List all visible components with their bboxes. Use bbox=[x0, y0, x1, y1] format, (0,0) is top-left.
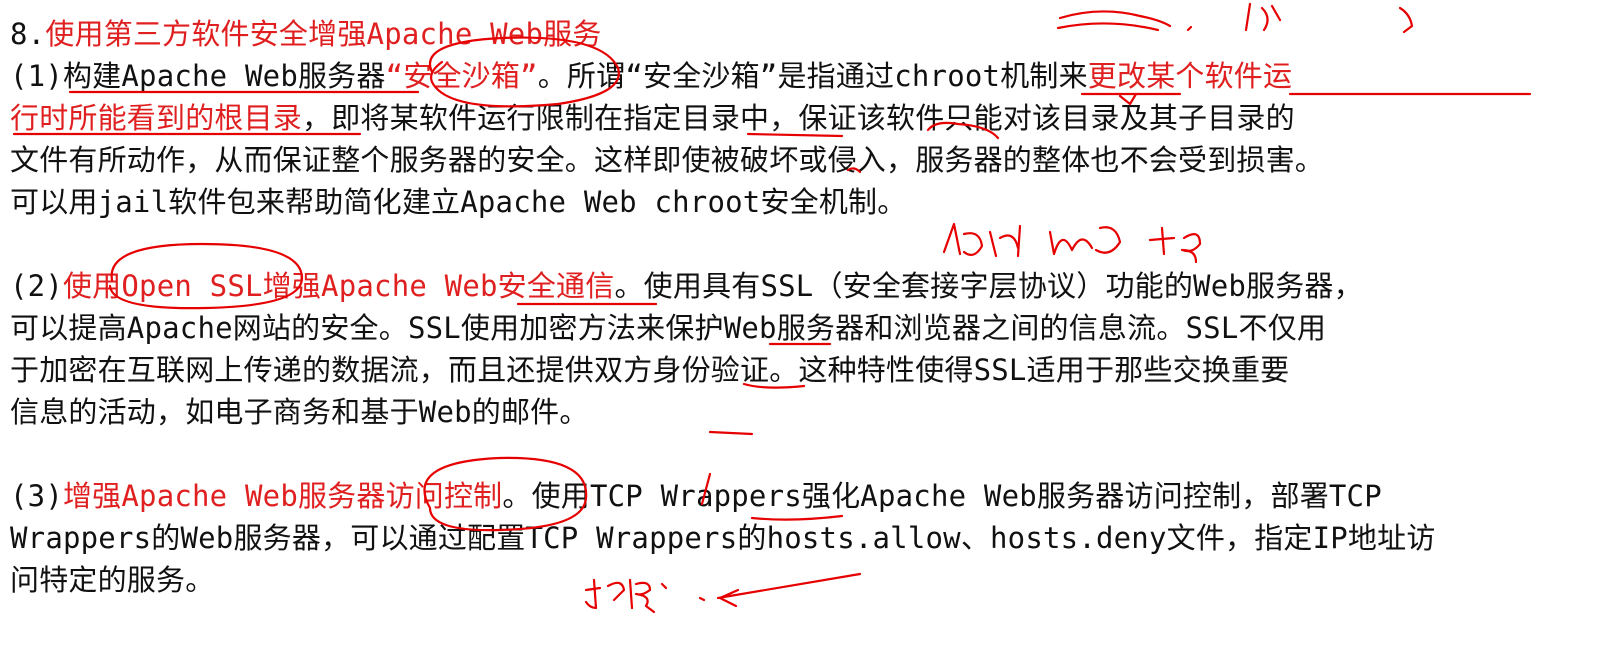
item2-line4: 信息的活动，如电子商务和基于Web的邮件。 bbox=[10, 395, 589, 429]
item1-sandbox-term: “安全沙箱” bbox=[385, 59, 538, 93]
item3-line3: 问特定的服务。 bbox=[10, 563, 215, 597]
item1-highlight-b: 行时所能看到的根目录 bbox=[10, 101, 303, 135]
handwriting-note-2 bbox=[1048, 226, 1122, 256]
item2-line2: 可以提高Apache网站的安全。SSL使用加密方法来保护Web服务器和浏览器之间… bbox=[10, 311, 1327, 345]
item1-number: (1) bbox=[10, 59, 63, 93]
handwriting-note-1 bbox=[942, 222, 1022, 258]
item1-line3: 文件有所动作，从而保证整个服务器的安全。这样即使被破坏或侵入，服务器的整体也不会… bbox=[10, 143, 1325, 177]
handwriting-note-arrow bbox=[698, 572, 862, 608]
item1-line4: 可以用jail软件包来帮助简化建立Apache Web chroot安全机制。 bbox=[10, 185, 907, 219]
item3-text-a: 。使用TCP Wrappers强化Apache Web服务器访问控制，部署TCP bbox=[502, 479, 1382, 513]
item2-number: (2) bbox=[10, 269, 63, 303]
section-heading: 8.使用第三方软件安全增强Apache Web服务 bbox=[10, 14, 602, 54]
dash-mark bbox=[708, 430, 754, 436]
item1-line2: 行时所能看到的根目录，即将某软件运行限制在指定目录中，保证该软件只能对该目录及其… bbox=[10, 98, 1295, 138]
item1-line1: (1)构建Apache Web服务器“安全沙箱”。所谓“安全沙箱”是指通过chr… bbox=[10, 56, 1292, 96]
item1-text-a: 。所谓“安全沙箱”是指通过chroot机制来 bbox=[537, 59, 1088, 93]
scribble-top-right-3 bbox=[1244, 2, 1282, 32]
item1-highlight-a: 更改某个软件运 bbox=[1087, 59, 1293, 93]
section-number: 8. bbox=[10, 17, 46, 51]
item2-title: 使用Open SSL增强Apache Web安全通信 bbox=[62, 269, 615, 303]
item1-text-b: ，即将某软件运行限制在指定目录中，保证该软件只能对该目录及其子目录的 bbox=[302, 101, 1295, 135]
item2-line3: 于加密在互联网上传递的数据流，而且还提供双方身份验证。这种特性使得SSL适用于那… bbox=[10, 353, 1290, 387]
scribble-top-right-4 bbox=[1398, 6, 1414, 34]
item3-line2: Wrappers的Web服务器，可以通过配置TCP Wrappers的hosts… bbox=[10, 521, 1436, 555]
item1-title: 构建Apache Web服务器 bbox=[62, 59, 386, 93]
scribble-top-right-1 bbox=[1056, 10, 1172, 32]
section-title: 使用第三方软件安全增强Apache Web服务 bbox=[45, 17, 602, 51]
item2-line1: (2)使用Open SSL增强Apache Web安全通信。使用具有SSL（安全… bbox=[10, 266, 1363, 306]
item3-title: 增强Apache Web服务器访问控制 bbox=[62, 479, 503, 513]
handwriting-note-3 bbox=[1148, 226, 1202, 264]
item3-line1: (3)增强Apache Web服务器访问控制。使用TCP Wrappers强化A… bbox=[10, 476, 1382, 516]
handwriting-note-4 bbox=[584, 578, 668, 614]
item2-text-a: 。使用具有SSL（安全套接字层协议）功能的Web服务器， bbox=[614, 269, 1363, 303]
item3-number: (3) bbox=[10, 479, 63, 513]
scribble-top-right-2 bbox=[1186, 25, 1193, 32]
